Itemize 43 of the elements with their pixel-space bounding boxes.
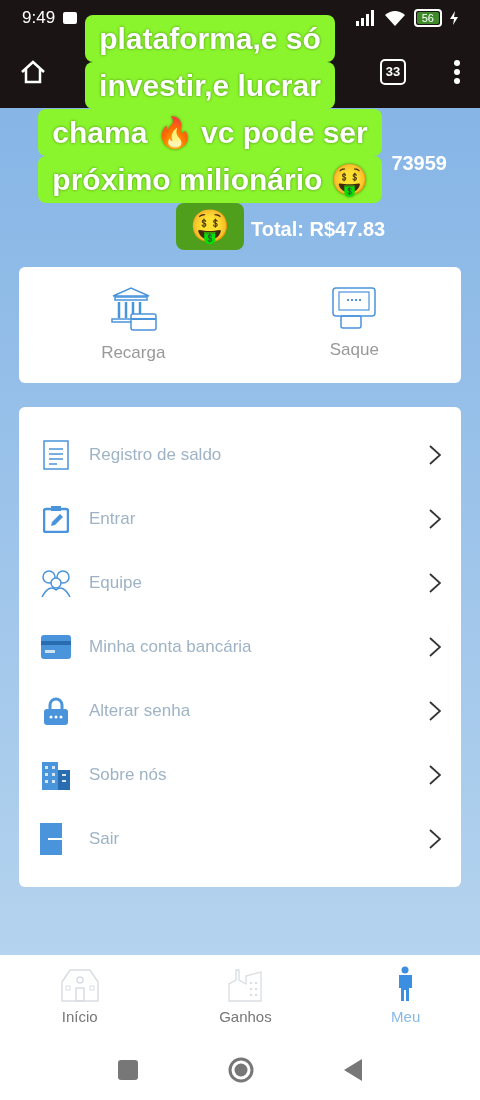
menu-item[interactable]: Minha conta bancária xyxy=(19,615,461,679)
factory-icon xyxy=(228,968,263,1003)
nav-tab[interactable]: Início xyxy=(0,966,160,1029)
chevron-right-icon xyxy=(429,445,441,465)
menu-item[interactable]: Entrar xyxy=(19,487,461,551)
menu-item[interactable]: Sobre nós xyxy=(19,743,461,807)
building-icon xyxy=(42,760,70,790)
credit-card-icon xyxy=(41,635,71,659)
lock-icon xyxy=(44,697,68,725)
more-menu-icon[interactable] xyxy=(454,60,460,84)
people-icon xyxy=(40,568,72,598)
atm-icon xyxy=(332,287,377,330)
chevron-right-icon xyxy=(429,573,441,593)
menu-item[interactable]: Alterar senha xyxy=(19,679,461,743)
total-balance: Total: R$47.83 xyxy=(251,217,386,242)
chevron-right-icon xyxy=(429,765,441,785)
wifi-icon xyxy=(383,10,406,26)
status-time: 9:49 xyxy=(22,7,56,30)
chevron-right-icon xyxy=(429,637,441,657)
nav-tab[interactable]: Meu xyxy=(331,966,480,1029)
action-link[interactable]: Recarga xyxy=(101,340,166,366)
home-icon[interactable] xyxy=(20,60,46,84)
menu-item[interactable]: Sair xyxy=(19,807,461,871)
menu-item[interactable]: Equipe xyxy=(19,551,461,615)
menu-item[interactable]: Registro de saldo xyxy=(19,423,461,487)
house-icon xyxy=(59,968,100,1003)
home-button[interactable] xyxy=(228,1057,254,1083)
tab-count-button[interactable]: 33 xyxy=(380,59,406,85)
person-icon xyxy=(396,966,415,1003)
chevron-right-icon xyxy=(429,509,441,529)
document-icon xyxy=(43,440,69,470)
notification-icon xyxy=(63,12,78,24)
chevron-right-icon xyxy=(429,701,441,721)
signal-icon xyxy=(355,10,376,26)
action-link[interactable]: Saque xyxy=(329,337,379,363)
charging-icon xyxy=(450,11,458,25)
bank-card-icon xyxy=(109,284,158,333)
clipboard-pencil-icon xyxy=(43,505,69,533)
user-id: 73959 xyxy=(391,152,447,174)
nav-tab[interactable]: Ganhos xyxy=(159,966,332,1029)
chevron-right-icon xyxy=(429,829,441,849)
battery-level: 56 xyxy=(416,12,439,24)
back-button[interactable] xyxy=(344,1059,362,1081)
